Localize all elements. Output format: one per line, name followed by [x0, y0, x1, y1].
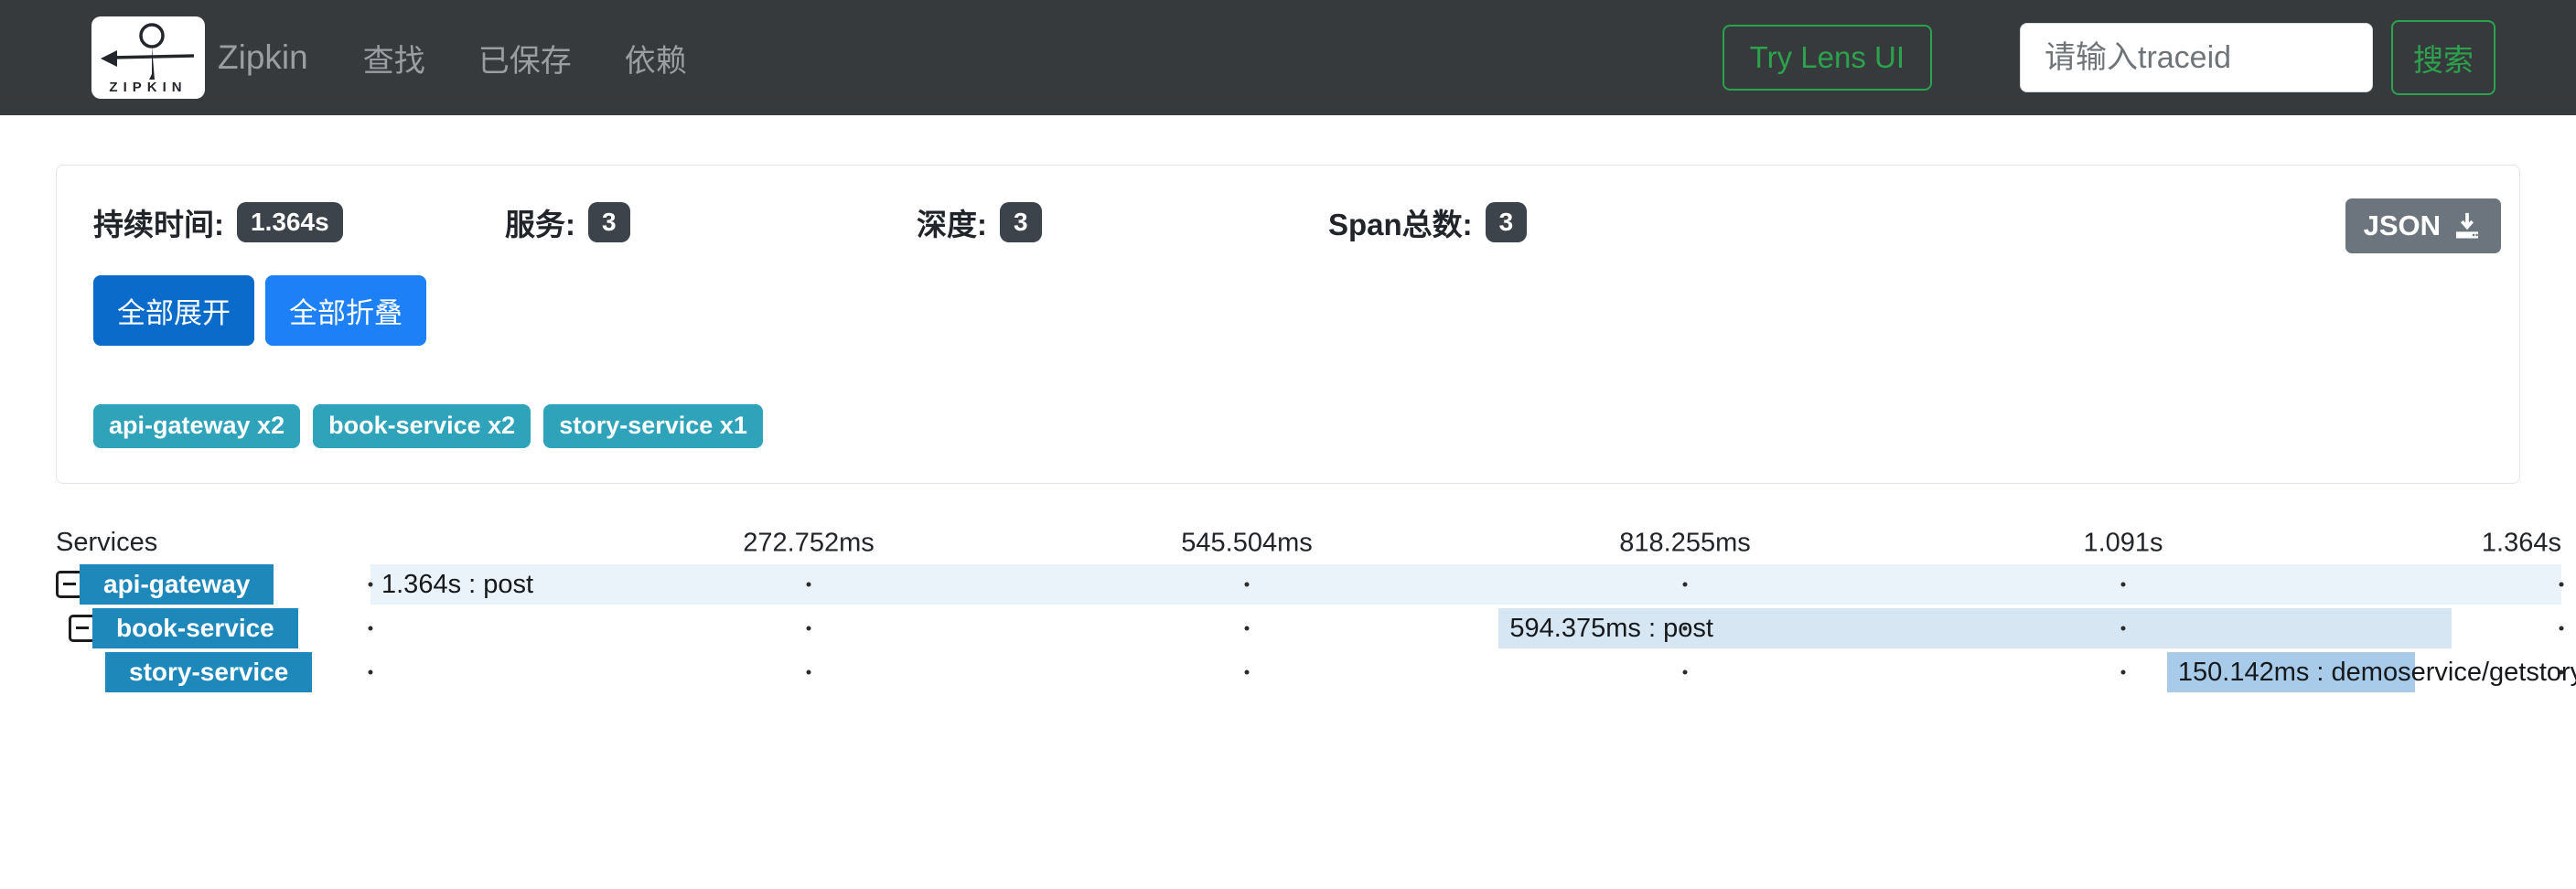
- tick-label-1: 272.752ms: [743, 528, 875, 558]
- tick-dot: [1683, 582, 1688, 586]
- tick-dot: [369, 669, 373, 674]
- search-button[interactable]: 搜索: [2391, 20, 2496, 95]
- trace-timeline: Services 272.752ms 545.504ms 818.255ms 1…: [56, 524, 2561, 694]
- service-name-label[interactable]: story-service: [105, 652, 312, 692]
- nav-item-saved[interactable]: 已保存: [478, 36, 572, 80]
- tick-dot: [369, 582, 373, 586]
- stat-services: 服务: 3: [505, 200, 917, 244]
- stat-services-label: 服务:: [505, 200, 575, 244]
- trace-stats: 持续时间: 1.364s 服务: 3 深度: 3 Span总数: 3: [93, 200, 2483, 244]
- service-badge-api-gateway[interactable]: api-gateway x2: [93, 404, 300, 448]
- service-cell: api-gateway: [56, 562, 370, 606]
- tick-label-3: 818.255ms: [1619, 528, 1751, 558]
- zipkin-logo[interactable]: ZIPKIN: [91, 16, 205, 99]
- stat-total-spans-label: Span总数:: [1328, 200, 1473, 244]
- stat-depth: 深度: 3: [917, 200, 1328, 244]
- nav-links: 查找 已保存 依赖: [363, 36, 687, 80]
- service-badge-story-service[interactable]: story-service x1: [543, 404, 763, 448]
- trace-summary-card: 持续时间: 1.364s 服务: 3 深度: 3 Span总数: 3 JSON …: [56, 165, 2520, 484]
- expand-all-button[interactable]: 全部展开: [93, 275, 254, 346]
- trace-row: api-gateway 1.364s : post: [56, 562, 2561, 606]
- json-button-label: JSON: [2364, 209, 2441, 242]
- span-bar[interactable]: [370, 564, 2561, 605]
- stat-duration-value: 1.364s: [237, 202, 343, 242]
- trace-row: book-service 594.375ms : post: [56, 606, 2561, 650]
- trace-row: story-service 150.142ms : demoservice/ge…: [56, 650, 2561, 694]
- span-label: 594.375ms : post: [1509, 606, 1712, 650]
- span-label: 150.142ms : demoservice/getstory: [2178, 650, 2576, 694]
- timeline-ticks-header: 272.752ms 545.504ms 818.255ms 1.091s 1.3…: [370, 524, 2561, 562]
- stat-total-spans-value: 3: [1486, 202, 1528, 242]
- tick-label-4: 1.091s: [2083, 528, 2163, 558]
- service-cell: story-service: [56, 650, 370, 694]
- span-track: 150.142ms : demoservice/getstory: [370, 650, 2561, 694]
- tick-dot: [1245, 626, 1250, 630]
- tick-dot: [2560, 626, 2564, 630]
- nav-item-find[interactable]: 查找: [363, 36, 425, 80]
- stat-duration-label: 持续时间:: [93, 200, 224, 244]
- tick-label-2: 545.504ms: [1181, 528, 1313, 558]
- service-badge-book-service[interactable]: book-service x2: [313, 404, 531, 448]
- tick-dot: [2121, 626, 2126, 630]
- json-download-button[interactable]: JSON: [2345, 198, 2501, 253]
- tick-dot: [807, 582, 811, 586]
- stat-total-spans: Span总数: 3: [1328, 200, 1740, 244]
- tick-dot: [1245, 669, 1250, 674]
- svg-text:ZIPKIN: ZIPKIN: [109, 80, 187, 94]
- navbar: ZIPKIN Zipkin 查找 已保存 依赖 Try Lens UI 搜索: [0, 0, 2576, 115]
- tick-dot: [1245, 582, 1250, 586]
- zipkin-pin-icon: ZIPKIN: [97, 21, 199, 94]
- brand-title[interactable]: Zipkin: [218, 38, 308, 77]
- download-icon: [2452, 210, 2483, 241]
- stat-services-value: 3: [588, 202, 630, 242]
- span-label: 1.364s : post: [381, 562, 533, 606]
- service-cell: book-service: [56, 606, 370, 650]
- expand-collapse-controls: 全部展开 全部折叠: [93, 275, 2483, 346]
- try-lens-ui-button[interactable]: Try Lens UI: [1723, 25, 1932, 91]
- service-badges: api-gateway x2 book-service x2 story-ser…: [93, 404, 2483, 448]
- service-name-label[interactable]: book-service: [92, 608, 298, 648]
- timeline-header: Services 272.752ms 545.504ms 818.255ms 1…: [56, 524, 2561, 562]
- service-name-label[interactable]: api-gateway: [80, 564, 274, 605]
- nav-item-dependencies[interactable]: 依赖: [625, 36, 687, 80]
- tick-dot: [2560, 582, 2564, 586]
- tick-dot: [2121, 669, 2126, 674]
- tick-dot: [1683, 669, 1688, 674]
- tick-label-5: 1.364s: [2482, 528, 2561, 558]
- services-header: Services: [56, 528, 157, 557]
- stat-depth-label: 深度:: [917, 200, 987, 244]
- traceid-input[interactable]: [2020, 23, 2373, 92]
- span-track: 594.375ms : post: [370, 606, 2561, 650]
- stat-duration: 持续时间: 1.364s: [93, 200, 505, 244]
- collapse-all-button[interactable]: 全部折叠: [265, 275, 426, 346]
- tick-dot: [369, 626, 373, 630]
- span-track: 1.364s : post: [370, 562, 2561, 606]
- stat-depth-value: 3: [1000, 202, 1042, 242]
- tick-dot: [807, 626, 811, 630]
- tick-dot: [807, 669, 811, 674]
- services-header-cell: Services: [56, 528, 370, 558]
- tick-dot: [2121, 582, 2126, 586]
